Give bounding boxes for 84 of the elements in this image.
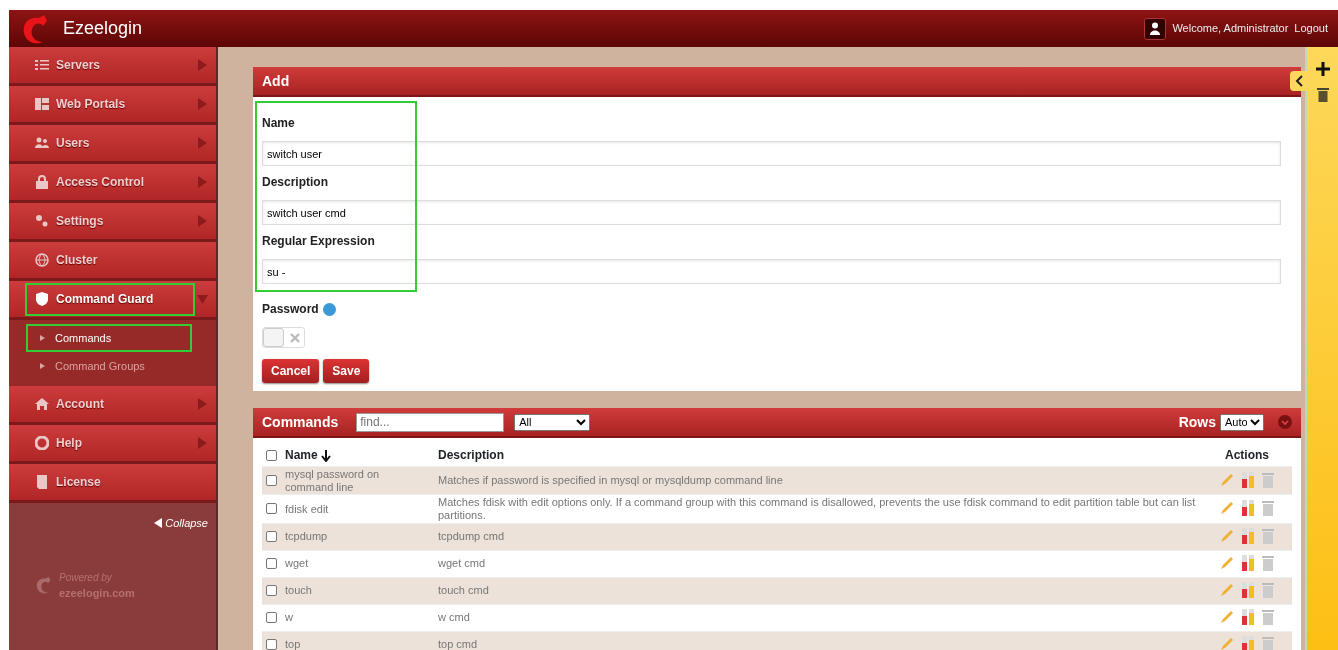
- sidebar-menu-item[interactable]: Web Portals: [9, 86, 216, 125]
- sidebar-menu-item[interactable]: Access Control: [9, 164, 216, 203]
- row-checkbox[interactable]: [266, 475, 277, 487]
- field-label: Regular Expression: [262, 233, 376, 250]
- pencil-icon[interactable]: [1220, 555, 1234, 570]
- test-tubes-icon[interactable]: [1242, 527, 1254, 544]
- logout-link[interactable]: Logout: [1294, 20, 1328, 37]
- sort-down-icon[interactable]: [321, 449, 332, 462]
- home-icon: [35, 397, 49, 411]
- rows-label: Rows: [1178, 412, 1216, 432]
- filter-select[interactable]: All: [514, 413, 591, 431]
- list-icon: [35, 58, 49, 72]
- select-all-checkbox[interactable]: [266, 450, 277, 462]
- sort-link[interactable]: Name: [285, 448, 318, 462]
- panel-title: Commands: [262, 412, 339, 432]
- table-cell: w cmd: [438, 611, 470, 624]
- test-tubes-icon[interactable]: [1242, 636, 1254, 650]
- table-cell: wget cmd: [438, 557, 486, 570]
- row-checkbox[interactable]: [266, 531, 277, 543]
- test-tubes-icon[interactable]: [1242, 500, 1254, 517]
- row-checkbox[interactable]: [266, 558, 277, 570]
- table-cell: w: [285, 611, 293, 624]
- action-button[interactable]: Save: [323, 359, 370, 383]
- sidebar-menu-item[interactable]: Command Guard: [9, 281, 216, 320]
- lock-icon: [35, 175, 49, 189]
- sidebar-menu-item[interactable]: License: [9, 464, 216, 503]
- search-field[interactable]: find...: [356, 412, 505, 432]
- shield-icon: [35, 292, 49, 306]
- pencil-icon[interactable]: [1220, 609, 1234, 624]
- bullet-icon: [40, 363, 45, 369]
- pencil-icon[interactable]: [1220, 501, 1234, 516]
- test-tubes-icon[interactable]: [1242, 471, 1254, 488]
- sidebar-menu-item[interactable]: Cluster: [9, 242, 216, 281]
- text-input[interactable]: su -: [262, 259, 1281, 284]
- table-cell: top cmd: [438, 638, 478, 650]
- users-icon: [35, 136, 49, 150]
- table-cell: touch: [285, 584, 312, 597]
- row-checkbox[interactable]: [266, 612, 277, 624]
- text-input[interactable]: switch user: [262, 141, 1281, 166]
- sidebar-menu-item[interactable]: Account: [9, 386, 216, 425]
- table-cell-text: mysql password on command line: [285, 468, 381, 494]
- sidebar-menu-item[interactable]: Settings: [9, 203, 216, 242]
- field-label: Description: [262, 174, 329, 191]
- table-cell: fdisk edit: [285, 502, 329, 516]
- test-tubes-icon[interactable]: [1242, 554, 1254, 571]
- rows-select[interactable]: Auto: [1220, 413, 1264, 431]
- add-icon[interactable]: [1314, 61, 1331, 77]
- submenu-item[interactable]: Command Groups: [26, 352, 192, 380]
- table-cell: wget: [285, 557, 309, 570]
- table-cell: Matches if password is specified in mysql or mysqldump command line: [438, 474, 783, 487]
- row-checkbox[interactable]: [266, 503, 277, 515]
- welcome-text: Welcome, Administrator: [1172, 21, 1289, 37]
- table-cell: top: [285, 638, 301, 650]
- submenu-item[interactable]: Commands: [26, 324, 192, 352]
- bullet-icon: [40, 335, 45, 341]
- collapse-arrow-icon[interactable]: [154, 518, 163, 529]
- field-label: Name: [262, 115, 296, 132]
- password-toggle[interactable]: [262, 327, 305, 348]
- test-tubes-icon[interactable]: [1242, 581, 1254, 598]
- sidebar-menu-item[interactable]: Servers: [9, 47, 216, 86]
- row-checkbox[interactable]: [266, 639, 277, 650]
- document-icon: [35, 475, 49, 489]
- x-icon: [290, 332, 300, 343]
- collapse-link[interactable]: Collapse: [165, 515, 208, 532]
- column-header: Actions: [1225, 448, 1269, 462]
- sidebar-menu-item[interactable]: Users: [9, 125, 216, 164]
- row-checkbox[interactable]: [266, 585, 277, 597]
- sidebar-menu-item[interactable]: Help: [9, 425, 216, 464]
- panel-header: Add: [253, 67, 1301, 97]
- table-cell: touch cmd: [438, 584, 489, 597]
- table-cell: tcpdump: [285, 530, 328, 543]
- field-label: Password: [262, 301, 319, 318]
- trash-icon[interactable]: [1316, 87, 1329, 102]
- sort-link[interactable]: Description: [438, 448, 504, 462]
- collapse-tab-icon[interactable]: [1290, 71, 1307, 91]
- dropdown-circle-icon[interactable]: [1278, 415, 1292, 429]
- text-input[interactable]: switch user cmd: [262, 200, 1281, 225]
- layout-icon: [35, 97, 49, 111]
- table-cell: tcpdump cmd: [438, 530, 505, 543]
- test-tubes-icon[interactable]: [1242, 608, 1254, 625]
- action-button[interactable]: Cancel: [262, 359, 320, 383]
- brand-name: Ezeelogin: [63, 17, 143, 40]
- user-avatar-icon: [1144, 17, 1167, 40]
- table-cell: Matches fdisk with edit options only. If a command group with this command is disallowed, prevents the use fdisk command to edit partition table but can list partitions.: [438, 496, 1196, 521]
